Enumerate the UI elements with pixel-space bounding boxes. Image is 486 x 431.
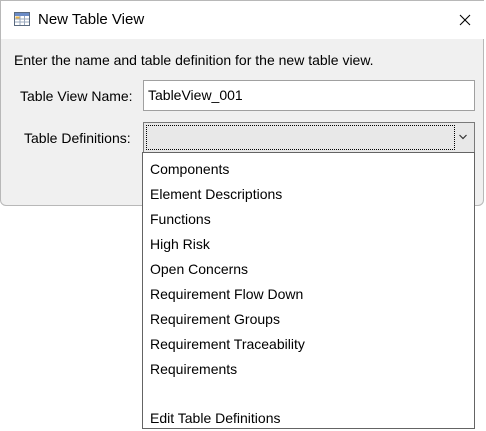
dropdown-item-components[interactable]: Components bbox=[150, 161, 229, 177]
table-view-icon bbox=[14, 12, 30, 26]
dropdown-item-functions[interactable]: Functions bbox=[150, 211, 211, 227]
dropdown-item-requirement-groups[interactable]: Requirement Groups bbox=[150, 311, 280, 327]
dropdown-item-high-risk[interactable]: High Risk bbox=[150, 236, 210, 252]
dropdown-item-requirement-flow-down[interactable]: Requirement Flow Down bbox=[150, 286, 303, 302]
table-view-name-label: Table View Name: bbox=[20, 88, 133, 104]
combo-focus-rect bbox=[146, 125, 455, 150]
window-title: New Table View bbox=[38, 11, 145, 28]
table-definitions-label: Table Definitions: bbox=[24, 130, 131, 146]
dropdown-item-edit-table-definitions[interactable]: Edit Table Definitions bbox=[150, 410, 280, 426]
instruction-text: Enter the name and table definition for … bbox=[14, 52, 374, 68]
dropdown-item-requirement-traceability[interactable]: Requirement Traceability bbox=[150, 336, 305, 352]
table-view-name-input[interactable]: TableView_001 bbox=[143, 80, 475, 111]
table-view-name-value: TableView_001 bbox=[148, 87, 243, 103]
dropdown-item-blank[interactable] bbox=[150, 386, 450, 403]
dropdown-item-open-concerns[interactable]: Open Concerns bbox=[150, 261, 248, 277]
table-definitions-combobox[interactable] bbox=[143, 122, 475, 153]
close-button[interactable] bbox=[445, 1, 485, 39]
close-icon bbox=[459, 14, 471, 26]
table-definitions-dropdown-list: Components Element Descriptions Function… bbox=[142, 152, 475, 429]
dropdown-item-requirements[interactable]: Requirements bbox=[150, 361, 237, 377]
dropdown-item-element-descriptions[interactable]: Element Descriptions bbox=[150, 186, 282, 202]
chevron-down-icon[interactable] bbox=[458, 132, 468, 142]
title-bar: New Table View bbox=[1, 1, 485, 39]
